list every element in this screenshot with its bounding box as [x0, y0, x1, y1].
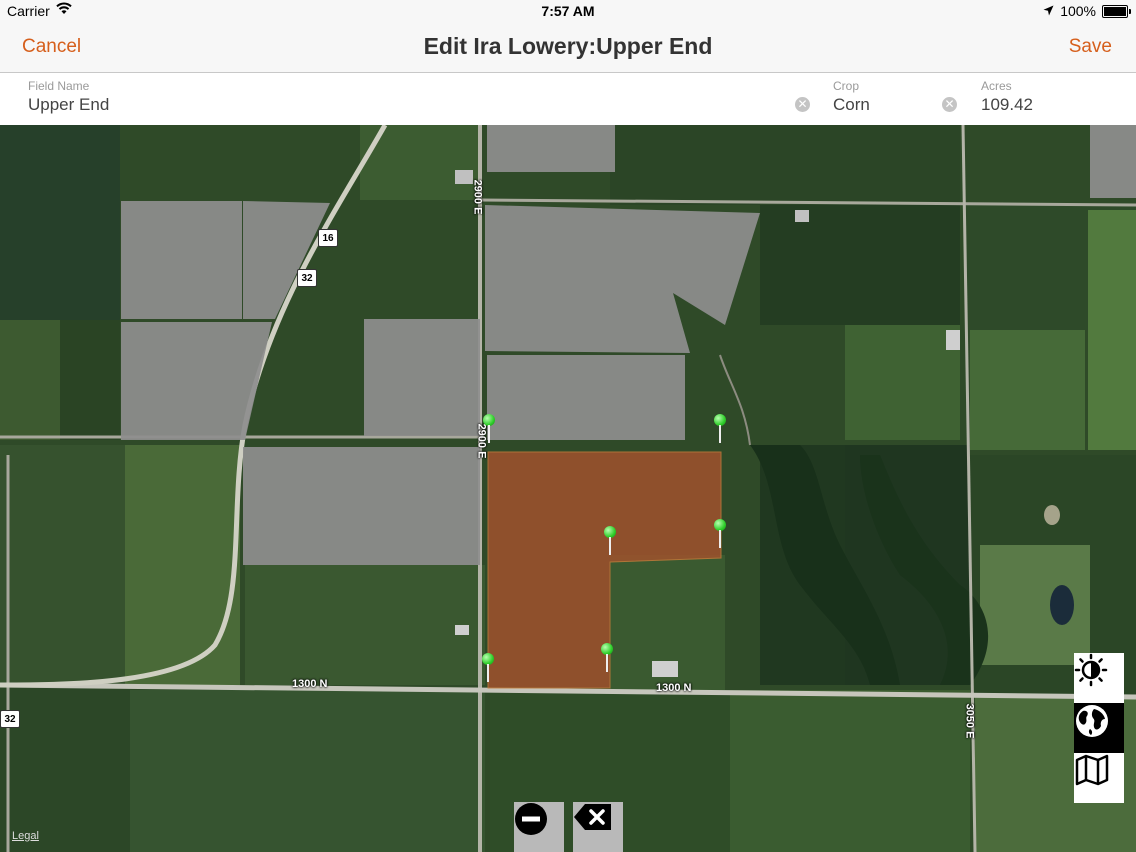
field-name-clear-button[interactable]: ✕ — [795, 97, 810, 112]
crop-label: Crop — [833, 79, 860, 93]
delete-boundary-button[interactable] — [573, 802, 623, 852]
field-name-group: Field Name — [28, 73, 808, 125]
acres-group: Acres — [981, 73, 1121, 125]
map-imagery — [0, 125, 1136, 852]
cancel-button[interactable]: Cancel — [22, 36, 81, 58]
clock: 7:57 AM — [541, 3, 595, 19]
boundary-vertex-pin[interactable] — [604, 526, 616, 555]
route-shield: 32 — [0, 710, 20, 728]
save-button[interactable]: Save — [1069, 36, 1112, 58]
battery-percent: 100% — [1060, 3, 1096, 19]
road-label: 3050 E — [963, 703, 976, 739]
road-label: 2900 E — [475, 423, 488, 459]
satellite-map[interactable]: 16 32 32 2900 E 2900 E 1300 N 1300 N 305… — [0, 125, 1136, 852]
acres-input[interactable] — [981, 95, 1111, 115]
boundary-vertex-pin[interactable] — [482, 653, 494, 682]
status-bar: Carrier 7:57 AM 100% — [0, 0, 1136, 22]
road-label: 1300 N — [292, 678, 328, 690]
page-title: Edit Ira Lowery:Upper End — [423, 33, 713, 59]
route-shield: 32 — [297, 269, 317, 287]
field-name-input[interactable] — [28, 95, 768, 115]
map-view-button[interactable] — [1074, 753, 1124, 803]
crop-input[interactable] — [833, 95, 933, 115]
boundary-vertex-pin[interactable] — [601, 643, 613, 672]
road-label: 1300 N — [656, 682, 692, 694]
boundary-vertex-pin[interactable] — [714, 414, 726, 443]
route-shield: 16 — [318, 229, 338, 247]
boundary-vertex-pin[interactable] — [714, 519, 726, 548]
field-name-label: Field Name — [28, 79, 90, 93]
boundary-vertex-pin[interactable] — [483, 414, 495, 443]
crop-clear-button[interactable]: ✕ — [942, 97, 957, 112]
crop-group: Crop — [833, 73, 943, 125]
field-form: Field Name ✕ Crop ✕ Acres — [0, 73, 1136, 125]
satellite-view-button[interactable] — [1074, 703, 1124, 753]
navigation-bar: Cancel Edit Ira Lowery:Upper End Save — [0, 22, 1136, 73]
battery-icon — [1102, 4, 1131, 18]
acres-label: Acres — [981, 79, 1012, 93]
brightness-button[interactable] — [1074, 653, 1124, 703]
legal-link[interactable]: Legal — [12, 830, 39, 842]
remove-point-button[interactable] — [514, 802, 564, 852]
location-arrow-icon — [1043, 3, 1054, 19]
road-label: 2900 E — [471, 179, 484, 215]
